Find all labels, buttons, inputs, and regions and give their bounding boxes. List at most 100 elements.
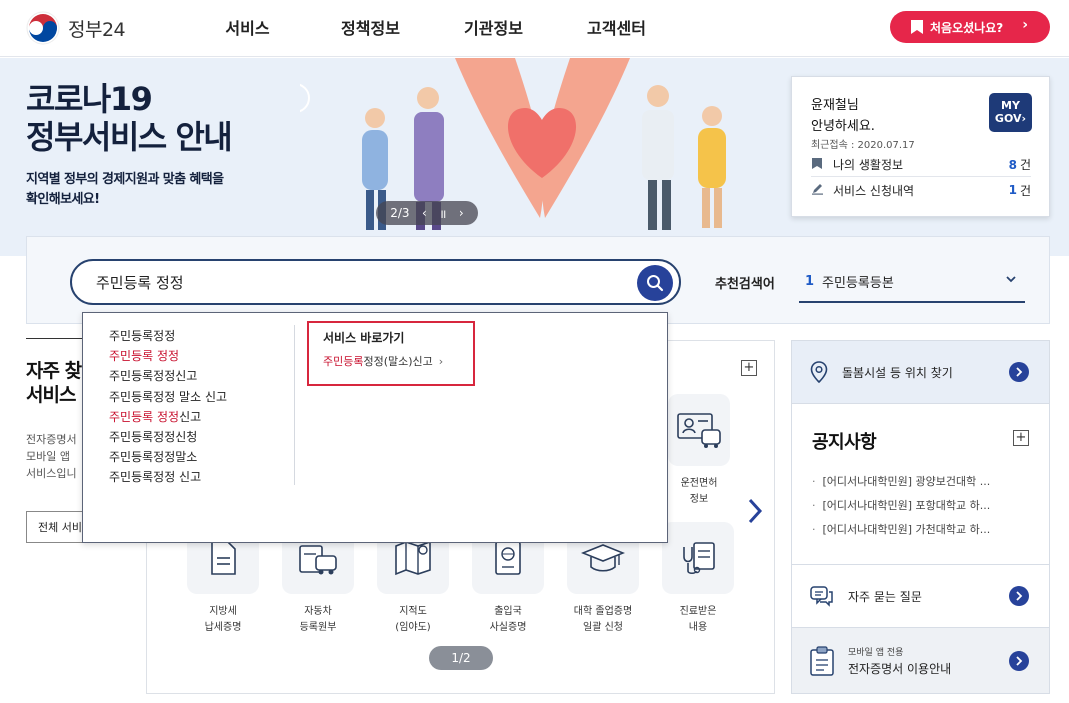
logo[interactable]: 정부24: [26, 11, 126, 45]
services-pager[interactable]: 1/2: [429, 646, 493, 670]
nav-policy-info[interactable]: 정책정보: [309, 0, 432, 57]
service-label: 운전면허 정보: [659, 476, 739, 508]
autocomplete-item[interactable]: 주민등록정정 말소 신고: [109, 387, 227, 407]
car-icon: [299, 545, 337, 575]
notice-box: 공지사항 + · [어디서나대학민원] 광양보건대학 ... · [어디서나대학민원…: [791, 404, 1050, 564]
notice-item[interactable]: · [어디서나대학민원] 포항대학교 하...: [812, 497, 1032, 513]
user-greeting: 안녕하세요.: [811, 119, 875, 134]
faq-label: 자주 묻는 질문: [848, 589, 922, 604]
autocomplete-divider: [294, 325, 295, 485]
service-label-line: 지방세: [209, 606, 237, 617]
nav-services[interactable]: 서비스: [186, 0, 309, 57]
service-shortcut-box: 서비스 바로가기 주민등록정정(말소)신고 ›: [307, 321, 475, 386]
first-visit-button[interactable]: 처음오셨나요? ›: [890, 11, 1050, 43]
hands-heart-illustration: [455, 58, 630, 218]
life-info-row[interactable]: 나의 생활정보 8 건: [811, 153, 1031, 177]
service-label-line: 출입국: [494, 606, 522, 617]
find-facility-link[interactable]: 돌봄시설 등 위치 찾기: [791, 340, 1050, 404]
person-clerk-illustration: [642, 85, 674, 230]
frequent-title-line: 서비스: [26, 384, 76, 406]
user-name-suffix: 님: [846, 98, 859, 113]
find-facility-label: 돌봄시설 등 위치 찾기: [842, 365, 953, 380]
pause-icon[interactable]: ॥: [439, 205, 446, 222]
service-label-line: 일괄 신청: [583, 622, 623, 633]
service-label: 출입국 사실증명: [468, 604, 548, 636]
notice-item[interactable]: · [어디서나대학민원] 광양보건대학 ...: [812, 473, 1032, 489]
license-card-icon: [677, 413, 721, 448]
search-button[interactable]: [637, 265, 673, 301]
mygov-button[interactable]: MY GOV›: [989, 93, 1032, 132]
chevron-right-icon: ›: [1022, 17, 1028, 33]
service-label-line: 정보: [689, 494, 709, 505]
user-card: 윤재철님 안녕하세요. 최근접속 : 2020.07.17 MY GOV› 나의…: [791, 76, 1050, 217]
chevron-right-icon: ›: [1021, 112, 1027, 125]
all-services-button[interactable]: 전체 서비: [26, 511, 86, 543]
nav-customer-center[interactable]: 고객센터: [555, 0, 678, 57]
service-label-line: 납세증명: [204, 622, 242, 633]
plus-icon[interactable]: +: [1013, 430, 1029, 446]
notice-text: [어디서나대학민원] 가천대학교 하...: [822, 523, 991, 536]
chevron-right-icon[interactable]: [747, 497, 763, 525]
banner-illustration: [300, 58, 726, 230]
autocomplete-list: 주민등록정정 주민등록 정정 주민등록정정신고 주민등록정정 말소 신고 주민등…: [109, 326, 227, 488]
autocomplete-item[interactable]: 주민등록정정신고: [109, 366, 227, 386]
frequent-desc-line: 전자증명서: [26, 433, 77, 446]
service-label-line: 운전면허: [680, 478, 718, 489]
site-header: 정부24 서비스 정책정보 기관정보 고객센터 처음오셨나요? ›: [0, 0, 1069, 57]
graduation-cap-icon: [581, 544, 625, 572]
notice-text: [어디서나대학민원] 광양보건대학 ...: [822, 475, 991, 488]
service-label-line: 진료받은: [679, 606, 717, 617]
autocomplete-text: 주민등록정정신고: [109, 369, 198, 384]
autocomplete-text: 신고: [179, 409, 202, 424]
banner-title: 코로나19 정부서비스 안내: [26, 80, 233, 156]
autocomplete-text: 주민등록정정말소: [109, 450, 198, 465]
user-name-value: 윤재철: [811, 98, 847, 113]
autocomplete-item[interactable]: 주민등록정정신청: [109, 427, 227, 447]
autocomplete-item[interactable]: 주민등록 정정신고: [109, 407, 227, 427]
shortcut-text: 정정(말소)신고: [363, 355, 433, 368]
right-sidebar: 돌봄시설 등 위치 찾기 공지사항 + · [어디서나대학민원] 광양보건대학 .…: [791, 340, 1050, 694]
recommend-rank: 1: [805, 273, 815, 289]
autocomplete-item[interactable]: 주민등록정정: [109, 326, 227, 346]
notice-item[interactable]: · [어디서나대학민원] 가천대학교 하...: [812, 521, 1032, 537]
service-history-row[interactable]: 서비스 신청내역 1 건: [811, 178, 1031, 202]
search-input[interactable]: [96, 261, 616, 303]
autocomplete-item[interactable]: 주민등록정정말소: [109, 447, 227, 467]
next-slide-icon[interactable]: ›: [459, 206, 464, 220]
taegeuk-logo-icon: [26, 11, 60, 45]
autocomplete-text: 주민등록정정신청: [109, 430, 198, 445]
service-driver-license[interactable]: 운전면허 정보: [659, 394, 739, 508]
autocomplete-text: 주민등록정정 말소 신고: [109, 389, 228, 404]
bullet-icon: ·: [812, 475, 816, 488]
service-label: 자동차 등록원부: [278, 604, 358, 636]
search-box: [70, 259, 681, 305]
service-label-line: 지적도: [399, 606, 427, 617]
nav-agency-info[interactable]: 기관정보: [432, 0, 555, 57]
service-label-line: 사실증명: [489, 622, 527, 633]
first-visit-label: 처음오셨나요?: [930, 20, 1004, 35]
autocomplete-item[interactable]: 주민등록 정정: [109, 346, 227, 366]
map-icon: [395, 540, 431, 576]
recommend-keyword: 주민등록등본: [822, 275, 894, 291]
slide-counter: 2/3: [390, 206, 410, 220]
faq-link[interactable]: 자주 묻는 질문: [791, 564, 1050, 628]
autocomplete-text: 주민등록정정 신고: [109, 470, 202, 485]
recommend-keyword-select[interactable]: 1 주민등록등본: [799, 261, 1025, 303]
autocomplete-highlight: 주민등록 정정: [109, 349, 180, 364]
last-login: 최근접속 : 2020.07.17: [811, 140, 915, 151]
banner-subtitle: 지역별 정부의 경제지원과 맞춤 혜택을 확인해보세요!: [26, 170, 224, 210]
frequent-desc-line: 서비스입니: [26, 467, 77, 480]
prev-slide-icon[interactable]: ‹: [422, 206, 427, 220]
service-shortcut-link[interactable]: 주민등록정정(말소)신고 ›: [323, 353, 443, 369]
clipboard-icon: [810, 645, 834, 676]
bookmark-icon: [811, 157, 833, 173]
mobile-certificate-link[interactable]: 모바일 앱 전용 전자증명서 이용안내: [791, 628, 1050, 694]
service-history-label: 서비스 신청내역: [833, 183, 915, 198]
service-medical-record[interactable]: 진료받은 내용: [658, 522, 738, 636]
banner-title-line: 정부서비스 안내: [26, 118, 233, 156]
document-icon: [211, 541, 236, 575]
chevron-right-icon: ›: [438, 355, 444, 368]
autocomplete-item[interactable]: 주민등록정정 신고: [109, 467, 227, 487]
banner-subtitle-line: 지역별 정부의 경제지원과 맞춤 혜택을: [26, 172, 224, 187]
plus-icon[interactable]: +: [741, 360, 757, 376]
